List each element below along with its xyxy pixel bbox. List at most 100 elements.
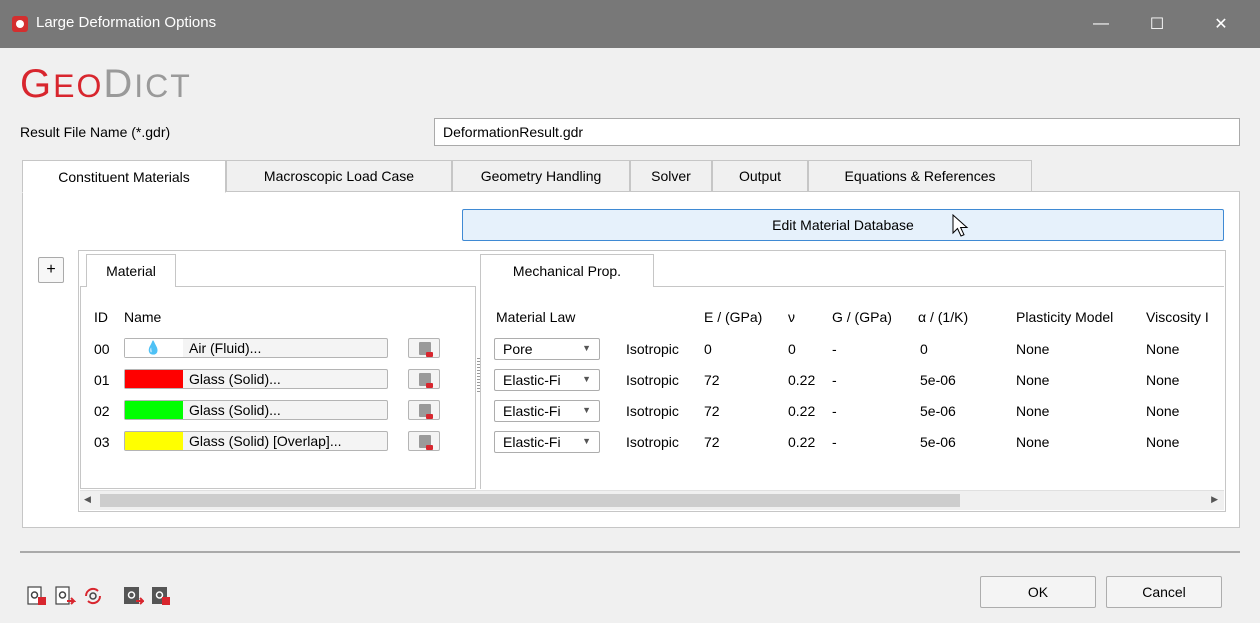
header-shear-modulus: G / (GPa): [832, 309, 892, 325]
ok-button[interactable]: OK: [980, 576, 1096, 608]
document-icon: [419, 404, 433, 419]
e-value: 72: [704, 372, 720, 388]
material-color-swatch: [125, 401, 183, 419]
symmetry-value: Isotropic: [626, 403, 679, 419]
header-plasticity-model: Plasticity Model: [1016, 309, 1114, 325]
material-id: 02: [94, 403, 110, 419]
header-material-law: Material Law: [496, 309, 576, 325]
material-law-select[interactable]: Pore ▼: [494, 338, 600, 360]
material-info-button[interactable]: [408, 431, 440, 451]
material-info-button[interactable]: [408, 400, 440, 420]
document-icon: [419, 435, 433, 450]
tab-geometry-handling[interactable]: Geometry Handling: [452, 160, 630, 192]
close-button[interactable]: ✕: [1198, 0, 1244, 48]
add-material-button[interactable]: +: [38, 257, 64, 283]
e-value: 0: [704, 341, 712, 357]
edit-material-database-button[interactable]: Edit Material Database: [462, 209, 1224, 241]
reset-settings-icon[interactable]: [82, 585, 104, 607]
material-name-label: Glass (Solid) [Overlap]...: [189, 433, 342, 449]
cancel-button[interactable]: Cancel: [1106, 576, 1222, 608]
save-macro-icon[interactable]: [122, 585, 144, 607]
material-name-button[interactable]: Glass (Solid)...: [124, 400, 388, 420]
material-law-select[interactable]: Elastic-Fi ▼: [494, 431, 600, 453]
result-file-input[interactable]: [434, 118, 1240, 146]
material-name-button[interactable]: Glass (Solid)...: [124, 369, 388, 389]
alpha-value: 5e-06: [920, 372, 956, 388]
material-color-swatch: [125, 432, 183, 450]
g-value: -: [832, 372, 837, 388]
alpha-value: 0: [920, 341, 928, 357]
load-macro-icon[interactable]: [150, 585, 172, 607]
header-poisson-ratio: ν: [788, 309, 795, 325]
material-name-button[interactable]: Glass (Solid) [Overlap]...: [124, 431, 388, 451]
alpha-value: 5e-06: [920, 403, 956, 419]
g-value: -: [832, 341, 837, 357]
viscosity-value: None: [1146, 341, 1180, 357]
app-icon: [12, 16, 28, 32]
tab-constituent-materials[interactable]: Constituent Materials: [22, 160, 226, 193]
tab-mechanical-prop[interactable]: Mechanical Prop.: [480, 254, 654, 287]
e-value: 72: [704, 434, 720, 450]
fluid-drop-icon: 💧: [145, 340, 162, 355]
symmetry-value: Isotropic: [626, 372, 679, 388]
document-icon: [419, 342, 433, 357]
document-icon: [419, 373, 433, 388]
tab-macroscopic-load-case[interactable]: Macroscopic Load Case: [226, 160, 452, 192]
geodict-logo: GEODICT: [20, 62, 192, 106]
alpha-value: 5e-06: [920, 434, 956, 450]
tab-solver[interactable]: Solver: [630, 160, 712, 192]
header-name: Name: [124, 309, 162, 325]
header-id: ID: [94, 309, 108, 325]
viscosity-value: None: [1146, 403, 1180, 419]
header-e-modulus: E / (GPa): [704, 309, 763, 325]
material-name-button[interactable]: 💧 Air (Fluid)...: [124, 338, 388, 358]
load-settings-icon[interactable]: [26, 585, 48, 607]
header-viscosity: Viscosity I: [1146, 309, 1209, 325]
scrollbar-thumb[interactable]: [100, 494, 960, 507]
symmetry-value: Isotropic: [626, 341, 679, 357]
material-id: 00: [94, 341, 110, 357]
material-law-select[interactable]: Elastic-Fi ▼: [494, 369, 600, 391]
chevron-down-icon: ▼: [582, 405, 591, 415]
material-id: 03: [94, 434, 110, 450]
material-info-button[interactable]: [408, 369, 440, 389]
maximize-button[interactable]: ☐: [1134, 0, 1180, 48]
e-value: 72: [704, 403, 720, 419]
viscosity-value: None: [1146, 372, 1180, 388]
chevron-down-icon: ▼: [582, 343, 591, 353]
tab-material[interactable]: Material: [86, 254, 176, 287]
mouse-cursor-icon: [952, 214, 969, 237]
save-settings-icon[interactable]: [54, 585, 76, 607]
plasticity-value: None: [1016, 372, 1050, 388]
nu-value: 0.22: [788, 372, 816, 388]
window-title: Large Deformation Options: [36, 14, 217, 31]
scroll-left-icon[interactable]: ◀: [84, 494, 91, 505]
material-law-select[interactable]: Elastic-Fi ▼: [494, 400, 600, 422]
panel-splitter-handle[interactable]: [477, 358, 480, 392]
tab-output[interactable]: Output: [712, 160, 808, 192]
minimize-button[interactable]: —: [1078, 0, 1124, 48]
g-value: -: [832, 403, 837, 419]
scroll-right-icon[interactable]: ▶: [1211, 494, 1218, 505]
material-id: 01: [94, 372, 110, 388]
material-name-label: Glass (Solid)...: [189, 402, 281, 418]
viscosity-value: None: [1146, 434, 1180, 450]
material-color-swatch: [125, 370, 183, 388]
plasticity-value: None: [1016, 403, 1050, 419]
nu-value: 0: [788, 341, 796, 357]
material-name-label: Air (Fluid)...: [189, 340, 262, 356]
material-name-label: Glass (Solid)...: [189, 371, 281, 387]
nu-value: 0.22: [788, 403, 816, 419]
symmetry-value: Isotropic: [626, 434, 679, 450]
title-bar: Large Deformation Options — ☐ ✕: [0, 0, 1260, 48]
separator-line: [20, 551, 1240, 553]
horizontal-scrollbar[interactable]: ◀ ▶: [80, 490, 1224, 510]
chevron-down-icon: ▼: [582, 374, 591, 384]
tab-equations-references[interactable]: Equations & References: [808, 160, 1032, 192]
g-value: -: [832, 434, 837, 450]
chevron-down-icon: ▼: [582, 436, 591, 446]
result-file-label: Result File Name (*.gdr): [20, 124, 171, 140]
material-info-button[interactable]: [408, 338, 440, 358]
header-thermal-expansion: α / (1/K): [918, 309, 969, 325]
plasticity-value: None: [1016, 434, 1050, 450]
